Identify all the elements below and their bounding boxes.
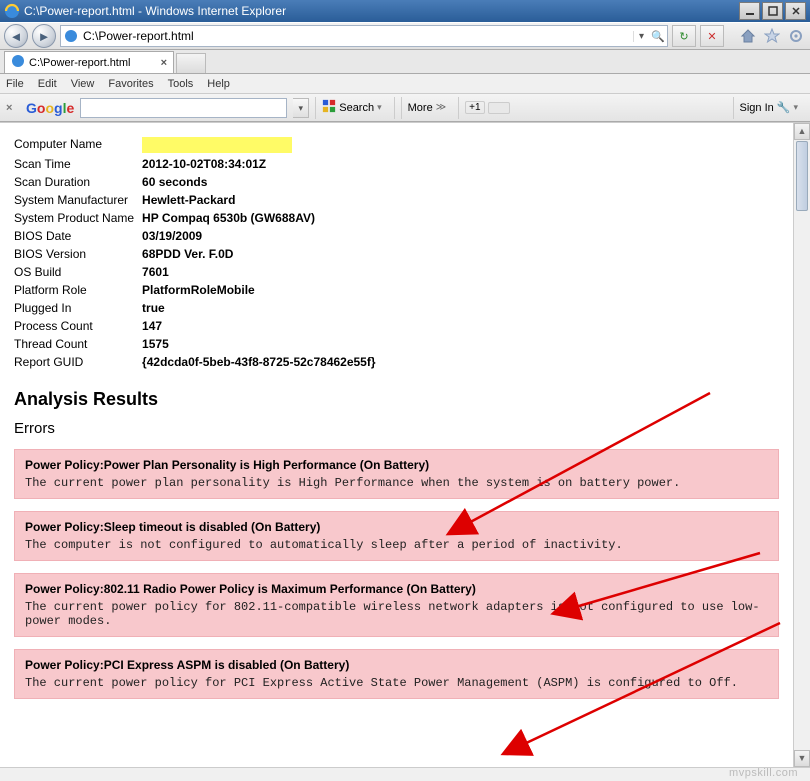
- google-search-input[interactable]: [80, 98, 287, 118]
- table-row: System Product NameHP Compaq 6530b (GW68…: [14, 209, 384, 227]
- google-signin-button[interactable]: Sign In 🔧 ▾: [733, 97, 804, 119]
- table-row: BIOS Version68PDD Ver. F.0D: [14, 245, 384, 263]
- error-desc: The current power policy for 802.11-comp…: [25, 600, 768, 628]
- table-row: Report GUID{42dcda0f-5beb-43f8-8725-52c7…: [14, 353, 384, 371]
- error-item: Power Policy:802.11 Radio Power Policy i…: [14, 573, 779, 637]
- google-search-dropdown[interactable]: ▾: [293, 98, 309, 118]
- menu-view[interactable]: View: [71, 78, 95, 90]
- menu-bar: File Edit View Favorites Tools Help: [0, 74, 810, 94]
- tools-gear-icon[interactable]: [786, 26, 806, 46]
- refresh-button[interactable]: ↻: [672, 25, 696, 47]
- address-search-icon[interactable]: 🔍: [649, 30, 667, 43]
- google-more-button[interactable]: More ≫: [401, 97, 453, 119]
- favorites-star-icon[interactable]: [762, 26, 782, 46]
- error-title: Power Policy:802.11 Radio Power Policy i…: [25, 582, 768, 596]
- menu-favorites[interactable]: Favorites: [108, 78, 153, 90]
- analysis-heading: Analysis Results: [14, 389, 779, 410]
- address-bar[interactable]: ▾ 🔍: [60, 25, 668, 47]
- address-dropdown[interactable]: ▾: [633, 31, 649, 42]
- table-row: Computer Name: [14, 135, 384, 155]
- close-window-button[interactable]: [785, 2, 806, 20]
- google-more-label: More: [408, 102, 433, 114]
- watermark: mvpskill.com: [729, 767, 798, 779]
- scroll-up-button[interactable]: ▲: [794, 123, 810, 140]
- tab-close-icon[interactable]: ×: [161, 57, 167, 69]
- google-logo: Google: [26, 100, 74, 116]
- table-row: BIOS Date03/19/2009: [14, 227, 384, 245]
- error-item: Power Policy:Power Plan Personality is H…: [14, 449, 779, 499]
- error-title: Power Policy:PCI Express ASPM is disable…: [25, 658, 768, 672]
- address-input[interactable]: [81, 26, 633, 46]
- error-item: Power Policy:PCI Express ASPM is disable…: [14, 649, 779, 699]
- home-icon[interactable]: [738, 26, 758, 46]
- navigation-bar: ◄ ► ▾ 🔍 ↻ ✕: [0, 22, 810, 50]
- google-toolbar: × Google ▾ Search ▾ More ≫ +1 Sign In 🔧 …: [0, 94, 810, 122]
- google-search-label: Search: [339, 102, 374, 114]
- tab-title: C:\Power-report.html: [29, 57, 130, 69]
- ie-icon: [4, 3, 20, 19]
- google-plusone-button[interactable]: +1: [458, 97, 515, 119]
- redacted-value: [142, 137, 292, 153]
- window-titlebar: C:\Power-report.html - Windows Internet …: [0, 0, 810, 22]
- table-row: Scan Time2012-10-02T08:34:01Z: [14, 155, 384, 173]
- new-tab-button[interactable]: [176, 53, 206, 73]
- vertical-scrollbar[interactable]: ▲ ▼: [793, 123, 810, 767]
- scrollbar-thumb[interactable]: [796, 141, 808, 211]
- error-desc: The current power policy for PCI Express…: [25, 676, 768, 690]
- chevron-right-icon: ≫: [436, 102, 446, 113]
- forward-button[interactable]: ►: [32, 24, 56, 48]
- search-icon: [322, 99, 336, 116]
- error-title: Power Policy:Sleep timeout is disabled (…: [25, 520, 768, 534]
- table-row: Plugged Intrue: [14, 299, 384, 317]
- wrench-icon: 🔧: [777, 101, 791, 114]
- menu-edit[interactable]: Edit: [38, 78, 57, 90]
- minimize-button[interactable]: [739, 2, 760, 20]
- table-row: Platform RolePlatformRoleMobile: [14, 281, 384, 299]
- system-info-table: Computer Name Scan Time2012-10-02T08:34:…: [14, 135, 384, 371]
- error-desc: The current power plan personality is Hi…: [25, 476, 768, 490]
- menu-file[interactable]: File: [6, 78, 24, 90]
- toolbar-close-icon[interactable]: ×: [6, 102, 20, 114]
- tab-bar: C:\Power-report.html ×: [0, 50, 810, 74]
- window-title: C:\Power-report.html - Windows Internet …: [24, 4, 739, 18]
- table-row: System ManufacturerHewlett-Packard: [14, 191, 384, 209]
- table-row: OS Build7601: [14, 263, 384, 281]
- status-bar: [0, 767, 810, 781]
- maximize-button[interactable]: [762, 2, 783, 20]
- back-button[interactable]: ◄: [4, 24, 28, 48]
- stop-button[interactable]: ✕: [700, 25, 724, 47]
- table-row: Thread Count1575: [14, 335, 384, 353]
- error-title: Power Policy:Power Plan Personality is H…: [25, 458, 768, 472]
- plusone-icon: +1: [465, 101, 484, 114]
- browser-tab[interactable]: C:\Power-report.html ×: [4, 51, 174, 73]
- error-item: Power Policy:Sleep timeout is disabled (…: [14, 511, 779, 561]
- google-signin-label: Sign In: [740, 102, 774, 114]
- menu-tools[interactable]: Tools: [168, 78, 194, 90]
- menu-help[interactable]: Help: [207, 78, 230, 90]
- table-row: Scan Duration60 seconds: [14, 173, 384, 191]
- table-row: Process Count147: [14, 317, 384, 335]
- errors-heading: Errors: [14, 420, 779, 437]
- error-desc: The computer is not configured to automa…: [25, 538, 768, 552]
- tab-favicon: [11, 54, 25, 71]
- google-search-button[interactable]: Search ▾: [315, 97, 387, 119]
- page-content: Computer Name Scan Time2012-10-02T08:34:…: [0, 123, 793, 723]
- scroll-down-button[interactable]: ▼: [794, 750, 810, 767]
- page-icon: [63, 28, 79, 44]
